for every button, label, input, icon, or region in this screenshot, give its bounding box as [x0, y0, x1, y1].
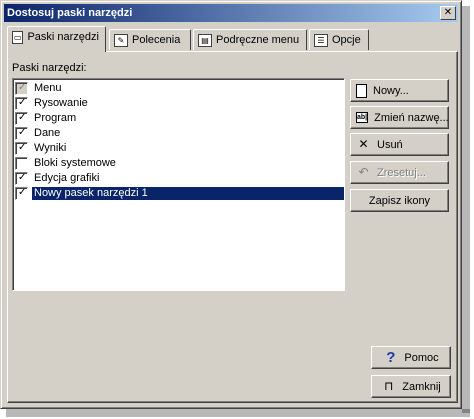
reset-toolbar-label: Zresetuj...: [377, 166, 426, 179]
toolbar-list-item[interactable]: Bloki systemowe: [15, 156, 344, 171]
help-label: Pomoc: [404, 351, 439, 364]
toolbar-list-item[interactable]: ✓ Wyniki: [15, 141, 344, 156]
title-bar: Dostosuj paski narzędzi ✕: [4, 4, 458, 22]
save-icons-button[interactable]: Zapisz ikony: [350, 189, 449, 212]
tab-options-label: Opcje: [332, 33, 361, 46]
toolbar-checkbox[interactable]: ✓: [15, 127, 28, 140]
dialog-title: Dostosuj paski narzędzi: [7, 7, 133, 19]
tab-toolbars-label: Paski narzędzi: [27, 31, 99, 43]
toolbar-list-item[interactable]: ✓ Edycja grafiki: [15, 171, 344, 186]
toolbar-item-label: Dane: [34, 127, 61, 139]
toolbar-item-label: Menu: [34, 82, 62, 94]
toolbar-list-item[interactable]: ✓ Program: [15, 111, 344, 126]
rename-toolbar-button[interactable]: ab| Zmień nazwę...: [350, 106, 449, 129]
delete-toolbar-label: Usuń: [377, 138, 403, 151]
toolbar-list-item-selected[interactable]: ✓ Nowy pasek narzędzi 1: [15, 186, 344, 201]
close-icon: ✕: [443, 7, 453, 18]
rename-toolbar-label: Zmień nazwę...: [374, 111, 449, 124]
toolbar-item-label: Rysowanie: [34, 97, 88, 109]
tab-toolbars[interactable]: ▭ Paski narzędzi: [7, 26, 106, 52]
toolbar-list-item[interactable]: ✓ Rysowanie: [15, 96, 344, 111]
new-toolbar-label: Nowy...: [373, 84, 409, 97]
help-icon: ?: [386, 349, 396, 366]
close-button[interactable]: ⊓ Zamknij: [371, 375, 451, 398]
toolbar-checkbox[interactable]: ✓: [15, 112, 28, 125]
toolbar-checkbox[interactable]: ✓: [15, 97, 28, 110]
exit-door-icon: ⊓: [384, 379, 394, 393]
toolbar-checkbox[interactable]: ✓: [15, 142, 28, 155]
options-icon: ☰: [314, 33, 328, 47]
save-icons-label: Zapisz ikony: [368, 194, 431, 207]
toolbars-listbox[interactable]: ✓ Menu ✓ Rysowanie ✓ Program ✓ Dane ✓ Wy…: [12, 78, 345, 291]
toolbar-item-label: Program: [34, 112, 77, 124]
new-toolbar-button[interactable]: Nowy...: [350, 79, 449, 102]
commands-icon: ✎: [114, 33, 128, 47]
tab-strip: ▭ Paski narzędzi ✎ Polecenia ▤ Podręczne…: [7, 26, 457, 52]
toolbar-checkbox[interactable]: ✓: [15, 172, 28, 185]
toolbar-checkbox[interactable]: [15, 157, 28, 170]
reset-icon: ↶: [358, 165, 369, 179]
new-document-icon: [356, 83, 367, 98]
toolbar-checkbox: ✓: [15, 82, 28, 95]
toolbar-icon: ▭: [12, 31, 24, 44]
tab-commands[interactable]: ✎ Polecenia: [109, 29, 191, 50]
toolbars-list-label: Paski narzędzi:: [12, 62, 87, 74]
toolbar-item-label: Wyniki: [34, 142, 67, 154]
toolbar-item-label: Bloki systemowe: [34, 157, 116, 169]
tab-context-menu-label: Podręczne menu: [216, 33, 300, 46]
toolbar-list-item[interactable]: ✓ Dane: [15, 126, 344, 141]
toolbar-checkbox[interactable]: ✓: [15, 187, 28, 200]
tab-context-menu[interactable]: ▤ Podręczne menu: [193, 29, 307, 50]
toolbar-item-label: Nowy pasek narzędzi 1: [32, 187, 344, 200]
delete-toolbar-button[interactable]: ✕ Usuń: [350, 133, 449, 156]
reset-toolbar-button[interactable]: ↶ Zresetuj...: [350, 161, 449, 184]
toolbar-list-item[interactable]: ✓ Menu: [15, 81, 344, 96]
toolbar-item-label: Edycja grafiki: [34, 172, 100, 184]
delete-icon: ✕: [358, 137, 369, 151]
tab-options[interactable]: ☰ Opcje: [309, 29, 369, 50]
close-window-button[interactable]: ✕: [440, 6, 456, 20]
context-menu-icon: ▤: [198, 33, 212, 47]
rename-icon: ab|: [356, 112, 369, 123]
tab-commands-label: Polecenia: [132, 33, 181, 46]
close-label: Zamknij: [402, 380, 441, 393]
help-button[interactable]: ? Pomoc: [371, 346, 451, 369]
